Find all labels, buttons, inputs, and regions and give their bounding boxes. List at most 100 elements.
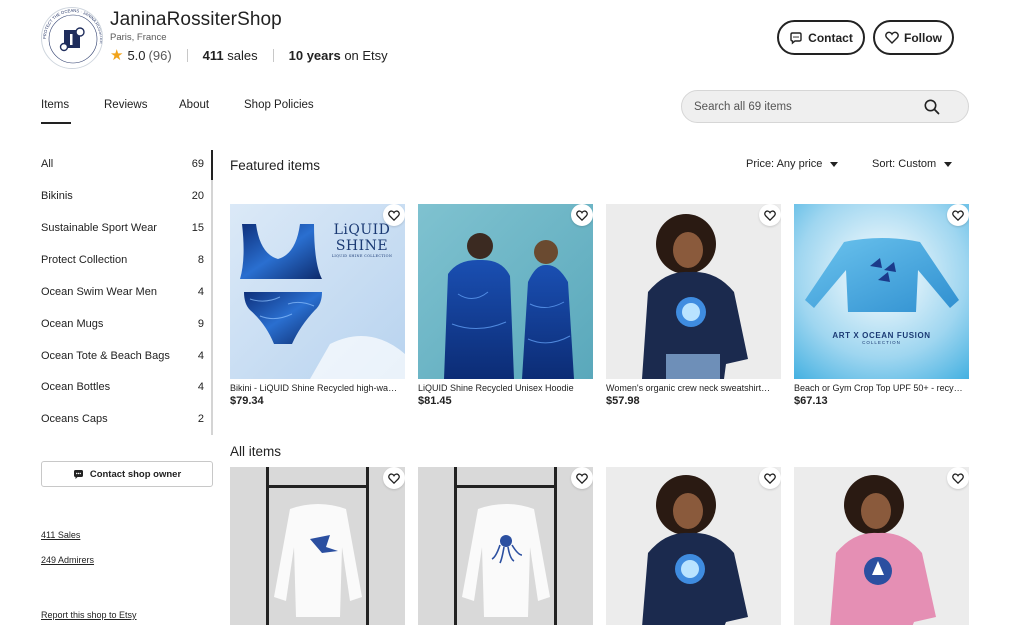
featured-listing-card[interactable]: Women's organic crew neck sweatshirt… $5…	[606, 204, 781, 407]
sidebar-item-count: 2	[197, 413, 204, 425]
sidebar-item-count: 9	[197, 318, 204, 330]
listing-image[interactable]: LiQUID SHINE LIQUID SHINE COLLECTION	[230, 204, 405, 379]
sidebar-item-label: Oceans Caps	[41, 413, 108, 425]
listing-image[interactable]	[418, 467, 593, 625]
heart-icon	[952, 472, 964, 484]
listing-card[interactable]	[794, 467, 969, 625]
heart-icon	[576, 209, 588, 221]
sidebar-item-count: 15	[191, 222, 204, 234]
sidebar-item-count: 4	[197, 350, 204, 362]
overlay-text: SHINE	[335, 238, 389, 254]
contact-shop-owner-button[interactable]: Contact shop owner	[41, 461, 213, 487]
favorite-button[interactable]	[383, 204, 405, 226]
follow-button[interactable]: Follow	[873, 20, 954, 55]
shop-stats: ★ 5.0 (96) 411 sales 10 years on Etsy	[110, 46, 388, 64]
sidebar-item-caps[interactable]: Oceans Caps 2	[41, 410, 204, 430]
shop-location: Paris, France	[110, 32, 167, 43]
listing-title[interactable]: Bikini - LiQUID Shine Recycled high-wa…	[230, 383, 405, 393]
sidebar-item-sport-wear[interactable]: Sustainable Sport Wear 15	[41, 219, 204, 239]
shop-name: JaninaRossiterShop	[110, 9, 282, 30]
sidebar-item-bikinis[interactable]: Bikinis 20	[41, 187, 204, 207]
tab-reviews[interactable]: Reviews	[104, 99, 147, 111]
sort-label: Sort: Custom	[872, 158, 937, 170]
listing-title[interactable]: Women's organic crew neck sweatshirt…	[606, 383, 781, 393]
price-filter-dropdown[interactable]: Price: Any price	[746, 158, 839, 170]
featured-items-title: Featured items	[230, 158, 321, 173]
admirers-link[interactable]: 249 Admirers	[41, 555, 94, 565]
listing-card[interactable]	[418, 467, 593, 625]
caret-down-icon	[944, 161, 953, 167]
all-items-title: All items	[230, 444, 282, 459]
sidebar-item-label: Ocean Swim Wear Men	[41, 286, 157, 298]
sidebar-item-label: Ocean Mugs	[41, 318, 104, 330]
sidebar-item-label: Sustainable Sport Wear	[41, 222, 157, 234]
years-number: 10 years	[288, 47, 341, 63]
listing-image[interactable]	[606, 204, 781, 379]
listing-price: $57.98	[606, 395, 640, 407]
heart-icon	[764, 209, 776, 221]
sidebar-item-label: Protect Collection	[41, 254, 128, 266]
sidebar-item-count: 4	[197, 381, 204, 393]
heart-icon	[885, 31, 899, 44]
overlay-text: ART X OCEAN FUSION	[832, 331, 931, 340]
tab-shop-policies[interactable]: Shop Policies	[244, 99, 314, 111]
sidebar-item-tote-bags[interactable]: Ocean Tote & Beach Bags 4	[41, 347, 204, 367]
shop-logo[interactable]: PROTECT THE OCEANS · JANINA ROSSITER	[41, 7, 103, 69]
chat-bubble-icon	[73, 469, 84, 480]
listing-price: $81.45	[418, 395, 452, 407]
listing-image[interactable]	[418, 204, 593, 379]
shop-rating: 5.0	[127, 47, 146, 63]
sidebar-item-swim-men[interactable]: Ocean Swim Wear Men 4	[41, 283, 204, 303]
favorite-button[interactable]	[947, 204, 969, 226]
star-icon: ★	[110, 46, 124, 64]
tab-items[interactable]: Items	[41, 99, 69, 111]
listing-image[interactable]	[606, 467, 781, 625]
search-input[interactable]	[694, 100, 914, 113]
heart-icon	[764, 472, 776, 484]
price-filter-label: Price: Any price	[746, 158, 823, 170]
sort-dropdown[interactable]: Sort: Custom	[872, 158, 953, 170]
featured-listing-card[interactable]: ART X OCEAN FUSION COLLECTION Beach or G…	[794, 204, 969, 407]
divider	[186, 48, 188, 62]
sales-word: sales	[227, 47, 258, 63]
tab-about[interactable]: About	[179, 99, 209, 111]
heart-icon	[388, 472, 400, 484]
search-icon[interactable]	[923, 98, 941, 116]
featured-listing-card[interactable]: LiQUID SHINE LIQUID SHINE COLLECTION Bik…	[230, 204, 405, 407]
listing-image[interactable]	[794, 467, 969, 625]
listing-title[interactable]: LiQUID Shine Recycled Unisex Hoodie	[418, 383, 593, 393]
listing-image[interactable]	[230, 467, 405, 625]
listing-price: $79.34	[230, 395, 264, 407]
search-box	[681, 90, 969, 123]
active-section-indicator	[211, 150, 213, 180]
favorite-button[interactable]	[571, 467, 593, 489]
active-tab-indicator	[41, 122, 71, 124]
sidebar-item-label: Bikinis	[41, 190, 73, 202]
sidebar-item-count: 69	[191, 158, 204, 170]
sidebar-item-count: 4	[197, 286, 204, 298]
favorite-button[interactable]	[759, 467, 781, 489]
sidebar-item-protect[interactable]: Protect Collection 8	[41, 251, 204, 271]
listing-card[interactable]	[230, 467, 405, 625]
sales-number: 411	[202, 47, 224, 63]
favorite-button[interactable]	[947, 467, 969, 489]
sidebar-item-bottles[interactable]: Ocean Bottles 4	[41, 378, 204, 398]
favorite-button[interactable]	[571, 204, 593, 226]
listing-image[interactable]: ART X OCEAN FUSION COLLECTION	[794, 204, 969, 379]
featured-listing-card[interactable]: LiQUID Shine Recycled Unisex Hoodie $81.…	[418, 204, 593, 407]
sidebar-item-all[interactable]: All 69	[41, 155, 204, 175]
follow-button-label: Follow	[904, 30, 942, 45]
favorite-button[interactable]	[383, 467, 405, 489]
contact-button[interactable]: Contact	[777, 20, 865, 55]
contact-shop-owner-label: Contact shop owner	[89, 468, 182, 480]
heart-icon	[388, 209, 400, 221]
review-count[interactable]: (96)	[149, 48, 172, 63]
favorite-button[interactable]	[759, 204, 781, 226]
sidebar-item-count: 20	[191, 190, 204, 202]
listing-card[interactable]	[606, 467, 781, 625]
report-shop-link[interactable]: Report this shop to Etsy	[41, 610, 137, 620]
listing-title[interactable]: Beach or Gym Crop Top UPF 50+ - recy…	[794, 383, 969, 393]
sidebar-item-mugs[interactable]: Ocean Mugs 9	[41, 315, 204, 335]
chat-bubble-icon	[789, 31, 803, 45]
sales-link[interactable]: 411 Sales	[41, 530, 80, 540]
